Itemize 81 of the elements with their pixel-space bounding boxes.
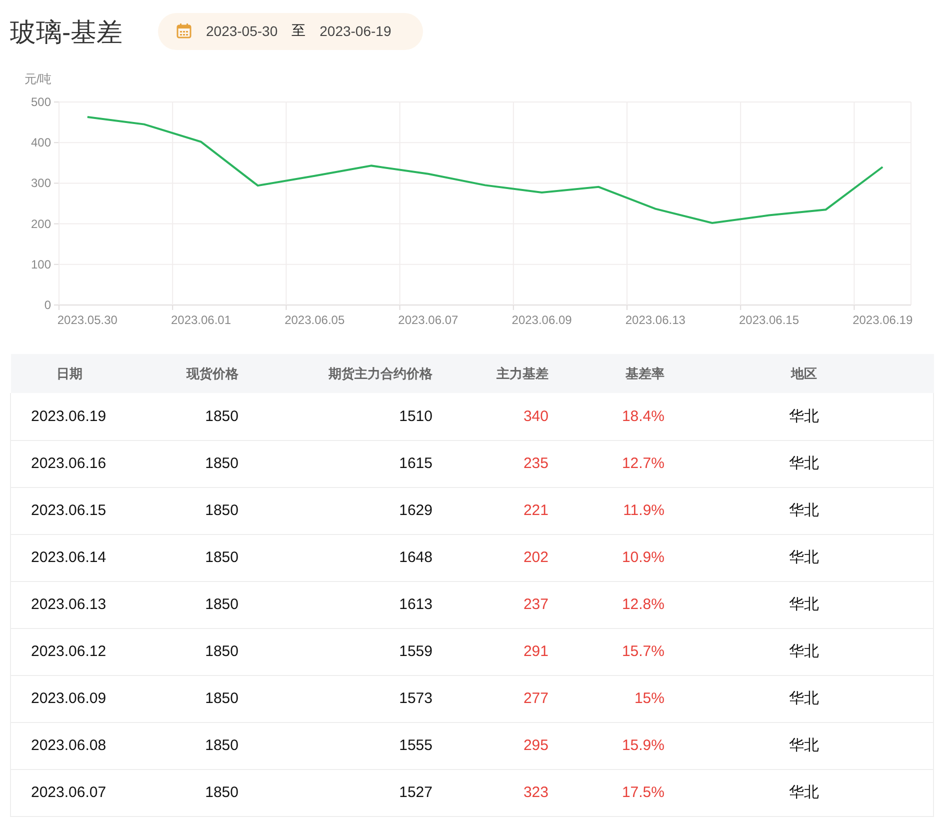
date-range-picker[interactable]: 2023-05-30 至 2023-06-19 — [158, 12, 424, 50]
table-cell: 2023.06.08 — [10, 722, 150, 769]
table-cell: 华北 — [674, 393, 934, 440]
table-cell: 15% — [558, 675, 674, 722]
table-cell: 2023.06.07 — [10, 769, 150, 816]
table-cell: 1559 — [248, 628, 442, 675]
calendar-icon — [176, 23, 192, 39]
table-cell: 1648 — [248, 534, 442, 581]
start-date: 2023-05-30 — [206, 23, 278, 39]
table-cell: 237 — [442, 581, 558, 628]
table-cell: 1850 — [150, 581, 248, 628]
table-cell: 295 — [442, 722, 558, 769]
table-cell: 1850 — [150, 675, 248, 722]
table-cell: 华北 — [674, 628, 934, 675]
y-axis-label: 200 — [30, 216, 51, 231]
table-cell: 11.9% — [558, 487, 674, 534]
table-cell: 15.9% — [558, 722, 674, 769]
x-axis-label: 2023.05.30 — [57, 313, 118, 327]
table-cell: 华北 — [674, 722, 934, 769]
table-cell: 340 — [442, 393, 558, 440]
table-cell: 1527 — [248, 769, 442, 816]
table-cell: 2023.06.15 — [10, 487, 150, 534]
table-cell: 2023.06.19 — [10, 393, 150, 440]
table-cell: 15.7% — [558, 628, 674, 675]
x-axis-label: 2023.06.13 — [625, 313, 686, 327]
table-cell: 华北 — [674, 581, 934, 628]
table-cell: 2023.06.14 — [10, 534, 150, 581]
x-axis-label: 2023.06.01 — [170, 313, 232, 327]
table-cell: 1850 — [150, 487, 248, 534]
table-cell: 2023.06.09 — [10, 675, 150, 722]
x-axis-label: 2023.06.09 — [512, 313, 572, 327]
x-axis-label: 2023.06.07 — [398, 313, 458, 327]
table-cell: 12.7% — [558, 440, 674, 487]
table-cell: 华北 — [674, 534, 934, 581]
column-header: 现货价格 — [150, 354, 248, 393]
table-cell: 华北 — [674, 675, 934, 722]
table-cell: 2023.06.16 — [10, 440, 150, 487]
column-header: 地区 — [674, 354, 934, 393]
table-cell: 1850 — [150, 628, 248, 675]
table-cell: 291 — [442, 628, 558, 675]
table-cell: 华北 — [674, 769, 934, 816]
page-title: 玻璃-基差 — [10, 16, 124, 48]
table-cell: 221 — [442, 487, 558, 534]
table-cell: 235 — [442, 440, 558, 487]
table-cell: 2023.06.12 — [10, 628, 150, 675]
table-cell: 1555 — [248, 722, 442, 769]
table-cell: 2023.06.13 — [10, 581, 150, 628]
column-header: 日期 — [10, 354, 150, 393]
table-cell: 277 — [442, 675, 558, 722]
column-header: 基差率 — [558, 354, 674, 393]
table-cell: 1850 — [150, 722, 248, 769]
x-axis-label: 2023.06.19 — [852, 313, 913, 327]
table-cell: 18.4% — [558, 393, 674, 440]
table-cell: 华北 — [674, 440, 934, 487]
y-axis-label: 300 — [30, 176, 51, 190]
column-header: 主力基差 — [442, 354, 558, 393]
table-cell: 323 — [442, 769, 558, 816]
table-cell: 1615 — [248, 440, 442, 487]
table-cell: 10.9% — [558, 534, 674, 581]
table-cell: 1510 — [248, 393, 442, 440]
table-cell: 1850 — [150, 393, 248, 440]
range-separator: 至 — [292, 22, 306, 40]
column-header: 期货主力合约价格 — [248, 354, 442, 393]
x-axis-label: 2023.06.15 — [738, 313, 800, 327]
table-cell: 12.8% — [558, 581, 674, 628]
end-date: 2023-06-19 — [320, 23, 392, 39]
y-axis-label: 500 — [30, 95, 51, 109]
y-axis-label: 100 — [30, 257, 51, 272]
y-axis-unit: 元/吨 — [24, 72, 52, 86]
table-cell: 202 — [442, 534, 558, 581]
y-axis-label: 0 — [44, 298, 51, 312]
x-axis-label: 2023.06.05 — [284, 313, 345, 327]
y-axis-label: 400 — [30, 136, 51, 150]
table-cell: 1850 — [150, 769, 248, 816]
table-cell: 17.5% — [558, 769, 674, 816]
table-cell: 1850 — [150, 440, 248, 487]
table-cell: 1629 — [248, 487, 442, 534]
table-cell: 1613 — [248, 581, 442, 628]
table-cell: 1573 — [248, 675, 442, 722]
table-cell: 1850 — [150, 534, 248, 581]
table-cell: 华北 — [674, 487, 934, 534]
